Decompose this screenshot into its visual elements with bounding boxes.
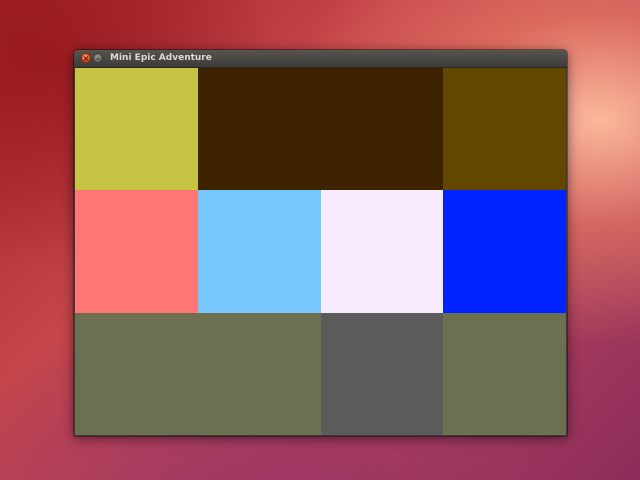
map-tile [443, 190, 566, 313]
map-tile [75, 68, 198, 190]
map-tile [75, 190, 198, 313]
map-tile [75, 313, 321, 435]
map-tile [321, 190, 443, 313]
map-tile [321, 313, 443, 435]
game-canvas[interactable] [75, 68, 566, 435]
map-tile [198, 68, 443, 190]
map-tile [443, 68, 566, 190]
game-window: × – Mini Epic Adventure [74, 50, 567, 436]
map-tile [198, 190, 321, 313]
window-titlebar[interactable]: × – Mini Epic Adventure [74, 50, 567, 68]
minimize-icon[interactable]: – [93, 53, 103, 63]
map-tile [443, 313, 566, 435]
window-title: Mini Epic Adventure [110, 53, 212, 63]
close-icon[interactable]: × [81, 53, 91, 63]
